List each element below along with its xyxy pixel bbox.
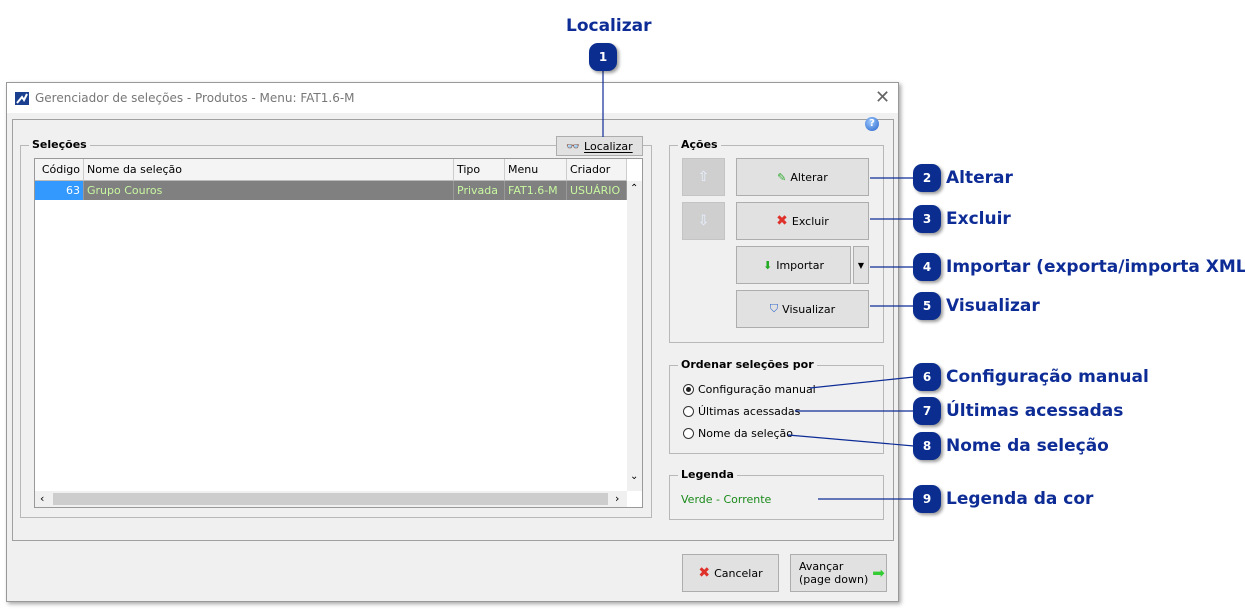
callout-line-8: [787, 434, 915, 447]
callout-label-4: Importar (exporta/importa XML): [946, 257, 1245, 277]
callout-label-6: Configuração manual: [946, 367, 1149, 387]
callout-label-5: Visualizar: [946, 296, 1040, 316]
callout-label-8: Nome da seleção: [946, 436, 1109, 456]
callout-badge-1: 1: [589, 43, 617, 71]
callout-label-9: Legenda da cor: [946, 489, 1094, 509]
callout-badge-7: 7: [913, 397, 941, 425]
callout-lines: [602, 70, 915, 500]
callout-label-7: Últimas acessadas: [946, 401, 1124, 421]
callout-label-1: Localizar: [566, 16, 652, 36]
callout-badge-8: 8: [913, 432, 941, 460]
callout-badge-4: 4: [913, 253, 941, 281]
callout-badge-6: 6: [913, 363, 941, 391]
callout-badge-9: 9: [913, 485, 941, 513]
callout-line-6: [809, 376, 915, 389]
callout-label-2: Alterar: [946, 168, 1013, 188]
callout-badge-5: 5: [913, 292, 941, 320]
callout-badge-3: 3: [913, 205, 941, 233]
callout-badge-2: 2: [913, 164, 941, 192]
callout-label-3: Excluir: [946, 209, 1011, 229]
